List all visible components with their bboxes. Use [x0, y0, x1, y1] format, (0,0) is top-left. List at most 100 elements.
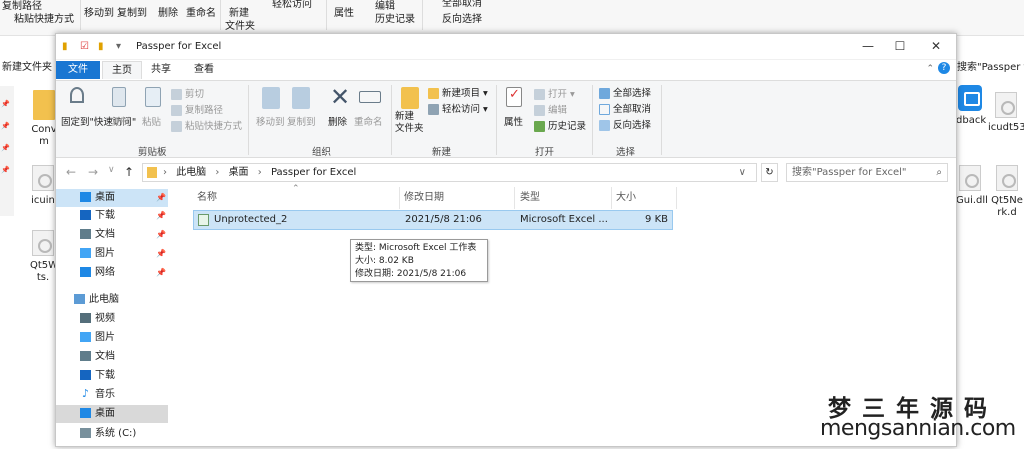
- select-none-button[interactable]: 全部取消: [599, 101, 651, 115]
- tab-file[interactable]: 文件: [56, 61, 100, 79]
- nav-item-pictures-quick[interactable]: 图片: [80, 245, 166, 263]
- tab-home[interactable]: 主页: [102, 61, 142, 79]
- computer-icon: [74, 294, 85, 304]
- recent-locations-icon[interactable]: ∨: [108, 165, 115, 175]
- file-type: Microsoft Excel ...: [520, 214, 608, 225]
- nav-item-downloads-quick[interactable]: 下载: [80, 207, 166, 225]
- nav-item-documents[interactable]: 文档: [80, 348, 166, 366]
- column-header-size[interactable]: 大小: [616, 187, 676, 209]
- search-input[interactable]: 搜索"Passper for Excel" ⌕: [786, 163, 948, 182]
- desktop-file[interactable]: Qt5W ts.: [30, 230, 58, 284]
- folder-icon: [33, 90, 55, 120]
- properties-button[interactable]: 属性: [504, 114, 523, 128]
- folder-icon: [147, 167, 157, 178]
- nav-item-system-drive[interactable]: 系统 (C:): [80, 425, 166, 443]
- nav-item-desktop[interactable]: 桌面: [56, 405, 168, 423]
- pin-icon: 📌: [156, 230, 166, 239]
- breadcrumb-this-pc[interactable]: 此电脑: [176, 167, 206, 178]
- paste-icon: [145, 87, 161, 107]
- nav-item-documents-quick[interactable]: 文档: [80, 226, 166, 244]
- forward-arrow-icon[interactable]: →: [88, 165, 98, 179]
- breadcrumb-desktop[interactable]: 桌面: [229, 167, 249, 178]
- copy-button[interactable]: 复制: [111, 114, 130, 128]
- new-item-button[interactable]: 新建项目 ▾: [428, 85, 488, 99]
- picture-icon: [80, 332, 91, 342]
- column-header-type[interactable]: 类型: [520, 187, 610, 209]
- copy-to-button[interactable]: 复制到: [287, 114, 316, 128]
- breadcrumb-current-folder[interactable]: Passper for Excel: [271, 167, 356, 178]
- edit-button[interactable]: 编辑: [534, 102, 567, 116]
- customize-toolbar-icon[interactable]: ▾: [116, 41, 121, 52]
- rename-button[interactable]: 重命名: [354, 114, 383, 128]
- move-to-button[interactable]: 移动到: [256, 114, 285, 128]
- nav-item-videos[interactable]: 视频: [80, 310, 166, 328]
- desktop-file[interactable]: Gui.dll: [956, 165, 988, 207]
- nav-item-desktop-quick[interactable]: 桌面: [56, 189, 168, 207]
- nav-item-downloads[interactable]: 下载: [80, 367, 166, 385]
- explorer-window: ▮ ☑ ▮ ▾ Passper for Excel — ☐ ✕ 文件 主页 共享…: [55, 33, 957, 447]
- column-header-modified[interactable]: 修改日期: [404, 187, 514, 209]
- desktop-file[interactable]: dback: [956, 85, 986, 127]
- bg-nav-pane: 📌 📌 📌 📌: [0, 86, 14, 216]
- search-icon: ⌕: [936, 167, 942, 178]
- video-icon: [80, 313, 91, 323]
- pin-icon: [70, 87, 84, 103]
- column-header-name[interactable]: 名称: [197, 187, 397, 209]
- nav-item-network-quick[interactable]: 网络: [80, 264, 166, 282]
- new-folder-quick-icon[interactable]: ▮: [98, 41, 104, 52]
- desktop-file[interactable]: Conv m: [30, 90, 58, 148]
- paste-shortcut-button[interactable]: 粘贴快捷方式: [171, 118, 242, 132]
- navigation-pane: 桌面 📌 下载 📌 文档 📌 图片 📌 网络 📌 此电脑 视频 图片 文档 下载…: [56, 189, 168, 449]
- address-bar[interactable]: › 此电脑 › 桌面 › Passper for Excel ∨: [142, 163, 757, 182]
- ribbon-collapse-icon[interactable]: ⌃: [926, 64, 934, 74]
- bg-move-to: 移动到: [84, 8, 114, 19]
- bg-delete: 删除: [158, 8, 178, 19]
- scissors-icon: [171, 89, 182, 100]
- maximize-button[interactable]: ☐: [888, 39, 912, 53]
- new-folder-icon: [401, 87, 419, 109]
- address-dropdown-icon[interactable]: ∨: [739, 164, 746, 181]
- title-bar: ▮ ☑ ▮ ▾ Passper for Excel — ☐ ✕: [56, 34, 956, 60]
- nav-item-pictures[interactable]: 图片: [80, 329, 166, 347]
- tab-view[interactable]: 查看: [184, 61, 224, 79]
- file-name: Unprotected_2: [214, 214, 288, 225]
- nav-item-music[interactable]: ♪ 音乐: [80, 386, 166, 404]
- desktop-file[interactable]: icuin: [30, 165, 56, 207]
- group-select-label: 选择: [616, 147, 636, 158]
- desktop-icon: [80, 192, 91, 202]
- file-modified: 2021/5/8 21:06: [405, 214, 482, 225]
- desktop-file[interactable]: Qt5Ne rk.d: [990, 165, 1024, 219]
- select-all-button[interactable]: 全部选择: [599, 85, 651, 99]
- back-arrow-icon[interactable]: ←: [66, 165, 76, 179]
- copy-path-button[interactable]: 复制路径: [171, 102, 223, 116]
- bg-copy-to: 复制到: [117, 8, 147, 19]
- easy-access-button[interactable]: 轻松访问 ▾: [428, 101, 488, 115]
- file-row[interactable]: Unprotected_2 2021/5/8 21:06 Microsoft E…: [193, 210, 673, 230]
- desktop-file[interactable]: icudt53: [988, 92, 1024, 134]
- tooltip-modified: 修改日期: 2021/5/8 21:06: [355, 269, 467, 279]
- folder-icon: ▮: [62, 41, 68, 52]
- bg-easy-access: 轻松访问: [272, 0, 312, 10]
- pin-icon: 📌: [1, 100, 10, 108]
- properties-quick-icon[interactable]: ☑: [80, 41, 89, 52]
- download-icon: [80, 370, 91, 380]
- bg-address: 新建文件夹: [2, 62, 52, 73]
- new-folder-button[interactable]: 新建 文件夹: [395, 111, 424, 135]
- bg-history: 历史记录: [375, 14, 415, 25]
- paste-button[interactable]: 粘贴: [142, 114, 161, 128]
- refresh-button[interactable]: ↻: [761, 163, 778, 182]
- tab-share[interactable]: 共享: [146, 61, 176, 79]
- minimize-button[interactable]: —: [856, 39, 880, 53]
- invert-selection-button[interactable]: 反向选择: [599, 117, 651, 131]
- bg-folder: 文件夹: [225, 21, 255, 32]
- cut-button[interactable]: 剪切: [171, 86, 204, 100]
- help-icon[interactable]: ?: [938, 62, 950, 74]
- desktop-icon: [80, 408, 91, 418]
- network-icon: [80, 267, 91, 277]
- open-button[interactable]: 打开 ▾: [534, 86, 575, 100]
- nav-item-this-pc[interactable]: 此电脑: [74, 291, 160, 309]
- up-arrow-icon[interactable]: ↑: [124, 165, 134, 179]
- history-button[interactable]: 历史记录: [534, 118, 586, 132]
- close-button[interactable]: ✕: [924, 39, 948, 53]
- delete-button[interactable]: 删除: [328, 114, 347, 128]
